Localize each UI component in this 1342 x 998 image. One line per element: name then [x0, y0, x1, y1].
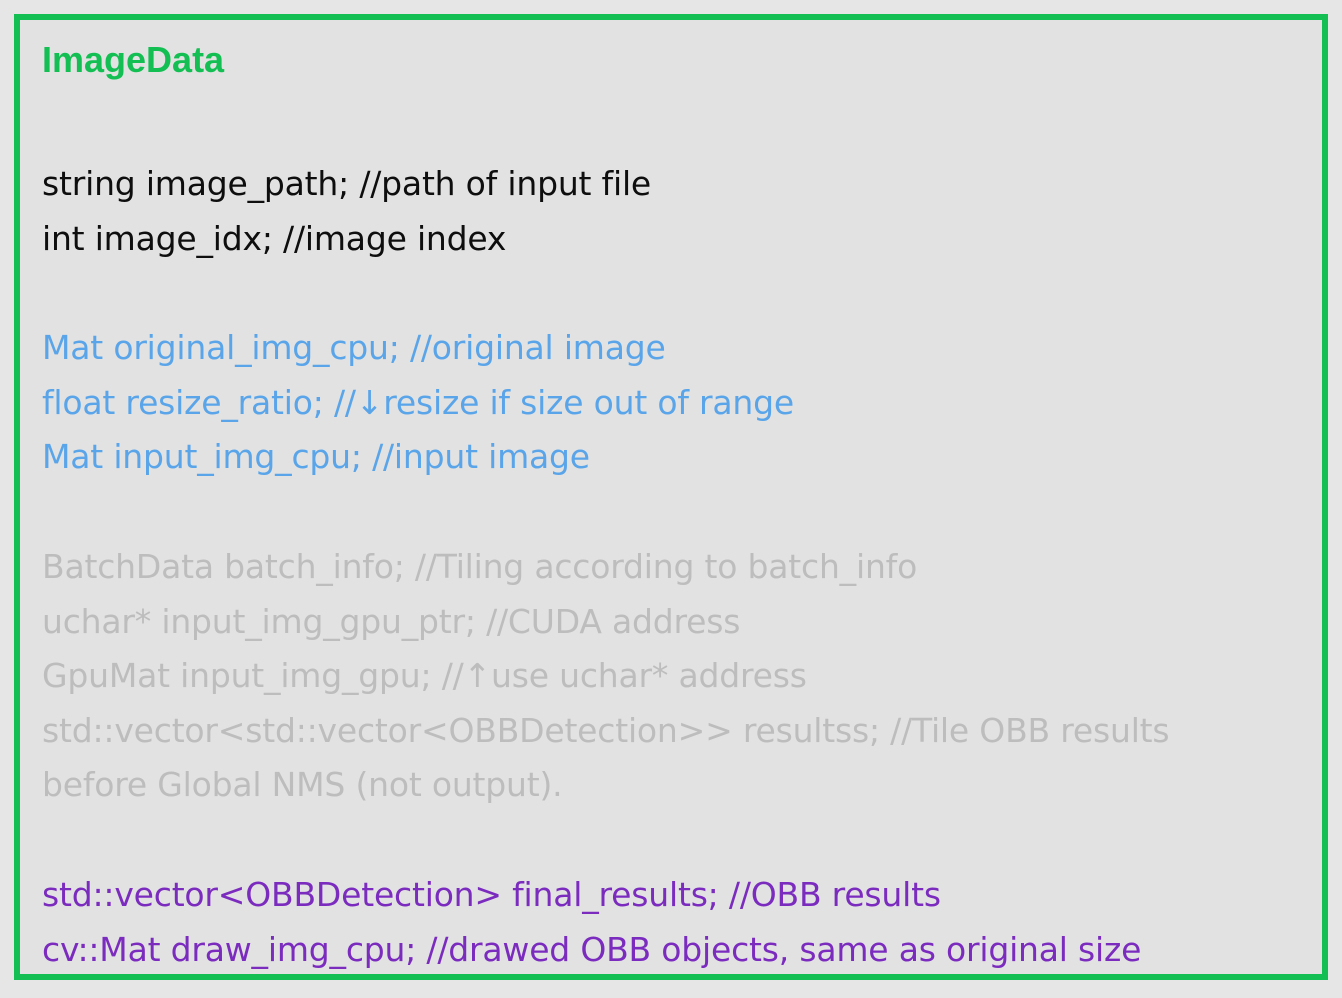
gpu-fields-group: BatchData batch_info; //Tiling according… — [42, 540, 1170, 813]
field-image-path: string image_path; //path of input file — [42, 164, 652, 203]
field-input-img-gpu: GpuMat input_img_gpu; //↑use uchar* addr… — [42, 656, 807, 696]
imagedata-struct-box: ImageData string image_path; //path of i… — [14, 14, 1328, 980]
field-input-img-gpu-ptr: uchar* input_img_gpu_ptr; //CUDA address — [42, 601, 741, 641]
field-input-img-cpu: Mat input_img_cpu; //input image — [42, 437, 590, 477]
basic-fields-group: string image_path; //path of input file … — [42, 157, 651, 266]
cpu-fields-group: Mat original_img_cpu; //original image f… — [42, 321, 794, 485]
field-original-img-cpu: Mat original_img_cpu; //original image — [42, 328, 666, 367]
output-fields-group: std::vector<OBBDetection> final_results;… — [42, 868, 1141, 977]
field-resultss-continued: before Global NMS (not output). — [42, 765, 563, 805]
field-resize-ratio: float resize_ratio; //↓resize if size ou… — [42, 382, 794, 422]
struct-title: ImageData — [42, 39, 225, 80]
field-draw-img-cpu: cv::Mat draw_img_cpu; //drawed OBB objec… — [42, 929, 1142, 969]
field-resultss: std::vector<std::vector<OBBDetection>> r… — [42, 710, 1170, 750]
field-batch-info: BatchData batch_info; //Tiling according… — [42, 547, 918, 586]
field-image-idx: int image_idx; //image index — [42, 218, 507, 258]
field-final-results: std::vector<OBBDetection> final_results;… — [42, 875, 941, 914]
